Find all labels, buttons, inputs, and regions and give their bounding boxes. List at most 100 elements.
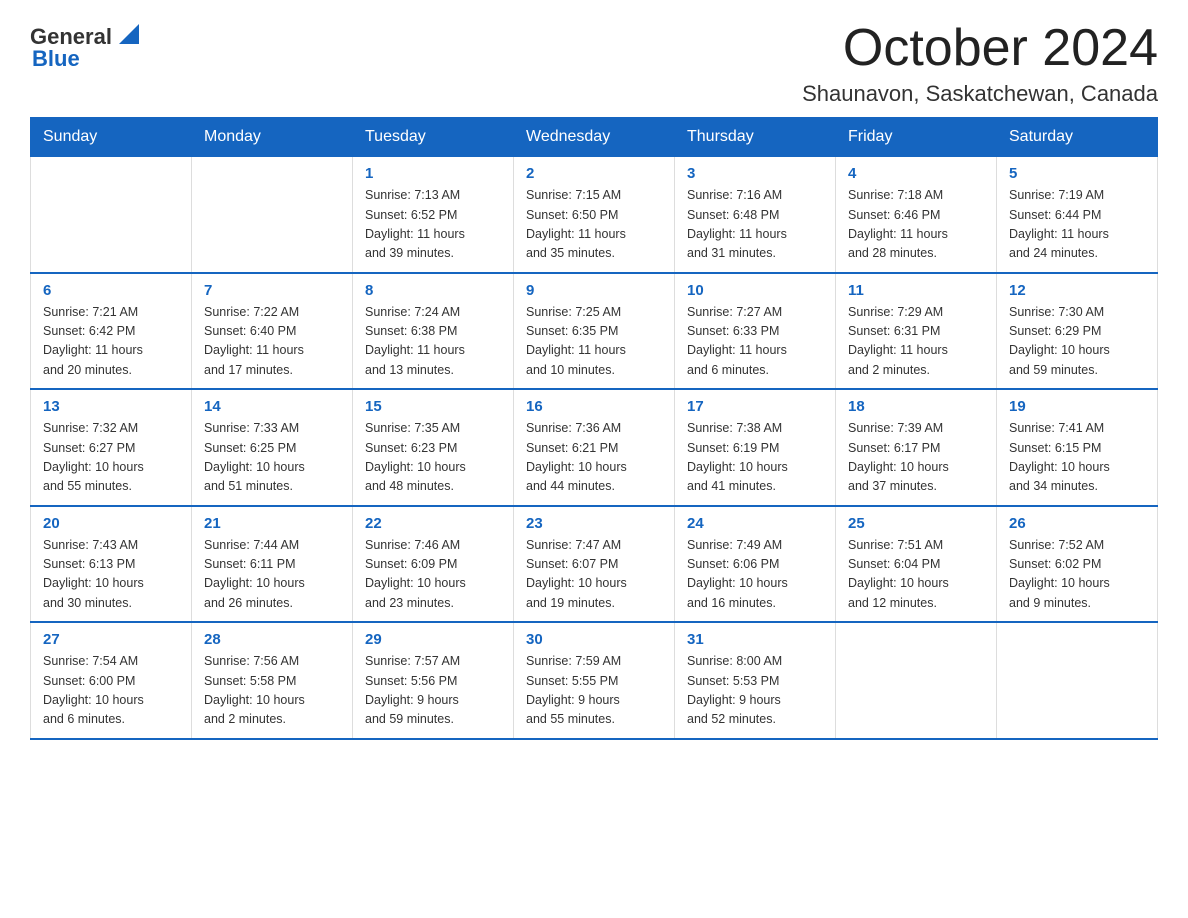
calendar-cell: 19Sunrise: 7:41 AM Sunset: 6:15 PM Dayli… [997, 389, 1158, 506]
day-number: 22 [365, 515, 501, 532]
calendar-cell [836, 622, 997, 739]
calendar-cell: 25Sunrise: 7:51 AM Sunset: 6:04 PM Dayli… [836, 506, 997, 623]
day-number: 17 [687, 398, 823, 415]
header-friday: Friday [836, 118, 997, 157]
calendar-cell [997, 622, 1158, 739]
day-info: Sunrise: 7:44 AM Sunset: 6:11 PM Dayligh… [204, 536, 340, 614]
calendar-cell: 10 Sunrise: 7:27 AM Sunset: 6:33 PM Dayli… [675, 273, 836, 390]
calendar-cell: 4 Sunrise: 7:18 AM Sunset: 6:46 PM Daylig… [836, 157, 997, 273]
calendar-week-2: 6Sunrise: 7:21 AM Sunset: 6:42 PM Daylig… [31, 273, 1158, 390]
day-number: 30 [526, 631, 662, 648]
logo-blue-text: Blue [32, 46, 80, 72]
logo-triangle-icon [115, 20, 143, 48]
location-title: Shaunavon, Saskatchewan, Canada [802, 81, 1158, 107]
header-monday: Monday [192, 118, 353, 157]
calendar-cell: 11 Sunrise: 7:29 AM Sunset: 6:31 PM Dayli… [836, 273, 997, 390]
day-number: 10 [687, 282, 823, 299]
day-number: 25 [848, 515, 984, 532]
calendar-cell: 30 Sunrise: 7:59 AM Sunset: 5:55 PM Dayli… [514, 622, 675, 739]
day-number: 20 [43, 515, 179, 532]
day-number: 12 [1009, 282, 1145, 299]
header-wednesday: Wednesday [514, 118, 675, 157]
calendar-cell: 21 Sunrise: 7:44 AM Sunset: 6:11 PM Dayli… [192, 506, 353, 623]
day-info: Sunrise: 7:18 AM Sunset: 6:46 PM Dayligh… [848, 186, 984, 264]
day-info: Sunrise: 7:38 AM Sunset: 6:19 PM Dayligh… [687, 419, 823, 497]
day-number: 21 [204, 515, 340, 532]
day-info: Sunrise: 7:22 AM Sunset: 6:40 PM Dayligh… [204, 303, 340, 381]
day-info: Sunrise: 7:59 AM Sunset: 5:55 PM Dayligh… [526, 652, 662, 730]
calendar-cell: 26Sunrise: 7:52 AM Sunset: 6:02 PM Dayli… [997, 506, 1158, 623]
calendar-cell [192, 157, 353, 273]
day-info: Sunrise: 7:29 AM Sunset: 6:31 PM Dayligh… [848, 303, 984, 381]
calendar-cell: 13 Sunrise: 7:32 AM Sunset: 6:27 PM Dayli… [31, 389, 192, 506]
header-thursday: Thursday [675, 118, 836, 157]
month-title: October 2024 [802, 20, 1158, 77]
day-info: Sunrise: 7:54 AM Sunset: 6:00 PM Dayligh… [43, 652, 179, 730]
day-info: Sunrise: 7:46 AM Sunset: 6:09 PM Dayligh… [365, 536, 501, 614]
day-number: 8 [365, 282, 501, 299]
calendar-cell: 17 Sunrise: 7:38 AM Sunset: 6:19 PM Dayli… [675, 389, 836, 506]
calendar-cell: 9 Sunrise: 7:25 AM Sunset: 6:35 PM Daylig… [514, 273, 675, 390]
calendar-cell: 7 Sunrise: 7:22 AM Sunset: 6:40 PM Daylig… [192, 273, 353, 390]
day-number: 13 [43, 398, 179, 415]
day-number: 4 [848, 165, 984, 182]
header-sunday: Sunday [31, 118, 192, 157]
calendar-cell: 6Sunrise: 7:21 AM Sunset: 6:42 PM Daylig… [31, 273, 192, 390]
day-info: Sunrise: 7:39 AM Sunset: 6:17 PM Dayligh… [848, 419, 984, 497]
page-header: General Blue October 2024 Shaunavon, Sas… [30, 20, 1158, 107]
day-number: 19 [1009, 398, 1145, 415]
day-info: Sunrise: 7:19 AM Sunset: 6:44 PM Dayligh… [1009, 186, 1145, 264]
calendar-body: 1Sunrise: 7:13 AM Sunset: 6:52 PM Daylig… [31, 157, 1158, 739]
day-number: 16 [526, 398, 662, 415]
day-number: 9 [526, 282, 662, 299]
day-number: 31 [687, 631, 823, 648]
calendar-week-3: 13 Sunrise: 7:32 AM Sunset: 6:27 PM Dayli… [31, 389, 1158, 506]
day-number: 5 [1009, 165, 1145, 182]
calendar-cell: 2 Sunrise: 7:15 AM Sunset: 6:50 PM Daylig… [514, 157, 675, 273]
calendar-week-4: 20 Sunrise: 7:43 AM Sunset: 6:13 PM Dayli… [31, 506, 1158, 623]
calendar-cell: 8 Sunrise: 7:24 AM Sunset: 6:38 PM Daylig… [353, 273, 514, 390]
day-info: Sunrise: 7:35 AM Sunset: 6:23 PM Dayligh… [365, 419, 501, 497]
day-header-row: SundayMondayTuesdayWednesdayThursdayFrid… [31, 118, 1158, 157]
calendar-cell: 31 Sunrise: 8:00 AM Sunset: 5:53 PM Dayli… [675, 622, 836, 739]
day-number: 23 [526, 515, 662, 532]
day-info: Sunrise: 7:36 AM Sunset: 6:21 PM Dayligh… [526, 419, 662, 497]
day-info: Sunrise: 7:15 AM Sunset: 6:50 PM Dayligh… [526, 186, 662, 264]
day-info: Sunrise: 7:24 AM Sunset: 6:38 PM Dayligh… [365, 303, 501, 381]
logo: General Blue [30, 20, 143, 72]
header-saturday: Saturday [997, 118, 1158, 157]
day-info: Sunrise: 7:32 AM Sunset: 6:27 PM Dayligh… [43, 419, 179, 497]
calendar-cell: 15 Sunrise: 7:35 AM Sunset: 6:23 PM Dayli… [353, 389, 514, 506]
calendar-cell: 28 Sunrise: 7:56 AM Sunset: 5:58 PM Dayli… [192, 622, 353, 739]
day-info: Sunrise: 7:30 AM Sunset: 6:29 PM Dayligh… [1009, 303, 1145, 381]
day-info: Sunrise: 7:25 AM Sunset: 6:35 PM Dayligh… [526, 303, 662, 381]
day-info: Sunrise: 7:16 AM Sunset: 6:48 PM Dayligh… [687, 186, 823, 264]
day-number: 1 [365, 165, 501, 182]
calendar-cell: 12 Sunrise: 7:30 AM Sunset: 6:29 PM Dayli… [997, 273, 1158, 390]
calendar-week-1: 1Sunrise: 7:13 AM Sunset: 6:52 PM Daylig… [31, 157, 1158, 273]
day-info: Sunrise: 7:27 AM Sunset: 6:33 PM Dayligh… [687, 303, 823, 381]
calendar-week-5: 27 Sunrise: 7:54 AM Sunset: 6:00 PM Dayli… [31, 622, 1158, 739]
day-number: 7 [204, 282, 340, 299]
day-number: 28 [204, 631, 340, 648]
day-info: Sunrise: 7:33 AM Sunset: 6:25 PM Dayligh… [204, 419, 340, 497]
day-number: 15 [365, 398, 501, 415]
calendar-cell: 1Sunrise: 7:13 AM Sunset: 6:52 PM Daylig… [353, 157, 514, 273]
day-info: Sunrise: 7:57 AM Sunset: 5:56 PM Dayligh… [365, 652, 501, 730]
day-number: 18 [848, 398, 984, 415]
title-section: October 2024 Shaunavon, Saskatchewan, Ca… [802, 20, 1158, 107]
day-info: Sunrise: 8:00 AM Sunset: 5:53 PM Dayligh… [687, 652, 823, 730]
day-number: 24 [687, 515, 823, 532]
calendar-cell: 20 Sunrise: 7:43 AM Sunset: 6:13 PM Dayli… [31, 506, 192, 623]
day-info: Sunrise: 7:43 AM Sunset: 6:13 PM Dayligh… [43, 536, 179, 614]
day-number: 2 [526, 165, 662, 182]
day-info: Sunrise: 7:56 AM Sunset: 5:58 PM Dayligh… [204, 652, 340, 730]
day-number: 26 [1009, 515, 1145, 532]
calendar-cell: 14Sunrise: 7:33 AM Sunset: 6:25 PM Dayli… [192, 389, 353, 506]
calendar-cell: 18 Sunrise: 7:39 AM Sunset: 6:17 PM Dayli… [836, 389, 997, 506]
day-number: 29 [365, 631, 501, 648]
day-number: 11 [848, 282, 984, 299]
day-number: 27 [43, 631, 179, 648]
calendar-cell: 29 Sunrise: 7:57 AM Sunset: 5:56 PM Dayli… [353, 622, 514, 739]
calendar-cell: 16 Sunrise: 7:36 AM Sunset: 6:21 PM Dayli… [514, 389, 675, 506]
